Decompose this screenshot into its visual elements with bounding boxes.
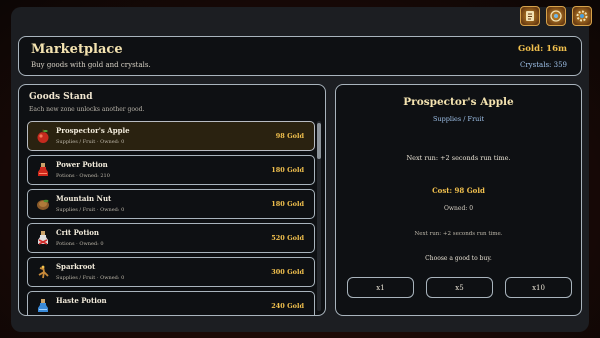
apple-icon <box>37 129 49 143</box>
goods-item-meta: Supplies / Fruit · Owned: 0 <box>56 275 125 281</box>
goods-item-price: 98 Gold <box>275 132 304 140</box>
goods-item-haste-potion[interactable]: Haste Potion 240 Gold <box>27 291 315 315</box>
goods-item-name: Haste Potion <box>56 296 107 305</box>
blue-potion-icon <box>38 299 48 312</box>
compass-icon[interactable] <box>546 6 566 26</box>
goods-item-meta: Supplies / Fruit · Owned: 0 <box>56 139 125 145</box>
quantity-buttons: x1 x5 x10 <box>347 277 572 298</box>
scroll-icon[interactable] <box>520 6 540 26</box>
root-icon <box>38 265 49 279</box>
detail-next-run: Next run: +2 seconds run time. <box>414 231 503 237</box>
buy-x1-button[interactable]: x1 <box>347 277 414 298</box>
goods-item-price: 520 Gold <box>271 234 304 242</box>
page-title: Marketplace <box>31 42 123 57</box>
nut-icon <box>37 199 49 210</box>
goods-stand-subtitle: Each new zone unlocks another good. <box>29 106 145 113</box>
page-subtitle: Buy goods with gold and crystals. <box>31 61 151 69</box>
goods-stand-panel: Goods Stand Each new zone unlocks anothe… <box>18 84 326 316</box>
goods-item-name: Prospector's Apple <box>56 126 130 135</box>
goods-item-crit-potion[interactable]: Crit Potion Potions · Owned: 0 520 Gold <box>27 223 315 253</box>
goods-detail-panel: Prospector's Apple Supplies / Fruit Next… <box>335 84 582 316</box>
goods-item-prospectors-apple[interactable]: Prospector's Apple Supplies / Fruit · Ow… <box>27 121 315 151</box>
gear-icon[interactable] <box>572 6 592 26</box>
goods-item-name: Sparkroot <box>56 262 96 271</box>
goods-item-meta: Potions · Owned: 210 <box>56 173 110 179</box>
goods-item-meta: Supplies / Fruit · Owned: 0 <box>56 207 125 213</box>
detail-owned: Owned: 0 <box>443 205 474 212</box>
crit-potion-icon <box>38 231 48 245</box>
goods-item-price: 180 Gold <box>271 200 304 208</box>
buy-x10-button[interactable]: x10 <box>505 277 572 298</box>
goods-item-name: Mountain Nut <box>56 194 112 203</box>
crystal-balance: Crystals: 359 <box>519 61 567 69</box>
scrollbar-thumb[interactable] <box>317 123 321 159</box>
goods-item-meta: Potions · Owned: 0 <box>56 241 104 247</box>
detail-effect: Next run: +2 seconds run time. <box>406 154 511 162</box>
goods-list: Prospector's Apple Supplies / Fruit · Ow… <box>27 121 315 315</box>
detail-cost: Cost: 98 Gold <box>432 186 485 195</box>
goods-list-scrollbar[interactable] <box>317 121 321 311</box>
goods-item-name: Power Potion <box>56 160 108 169</box>
buy-x5-button[interactable]: x5 <box>426 277 493 298</box>
red-potion-icon <box>38 163 48 176</box>
goods-item-price: 300 Gold <box>271 268 304 276</box>
detail-hint: Choose a good to buy. <box>425 255 492 262</box>
goods-item-power-potion[interactable]: Power Potion Potions · Owned: 210 180 Go… <box>27 155 315 185</box>
marketplace-header: Marketplace Buy goods with gold and crys… <box>18 36 582 76</box>
goods-item-price: 180 Gold <box>271 166 304 174</box>
goods-item-name: Crit Potion <box>56 228 99 237</box>
gold-balance: Gold: 16m <box>517 44 567 54</box>
goods-item-sparkroot[interactable]: Sparkroot Supplies / Fruit · Owned: 0 30… <box>27 257 315 287</box>
goods-item-mountain-nut[interactable]: Mountain Nut Supplies / Fruit · Owned: 0… <box>27 189 315 219</box>
top-icon-bar <box>520 6 592 26</box>
goods-item-price: 240 Gold <box>271 302 304 310</box>
detail-title: Prospector's Apple <box>403 96 514 108</box>
goods-stand-title: Goods Stand <box>29 92 93 102</box>
detail-category: Supplies / Fruit <box>432 115 485 123</box>
